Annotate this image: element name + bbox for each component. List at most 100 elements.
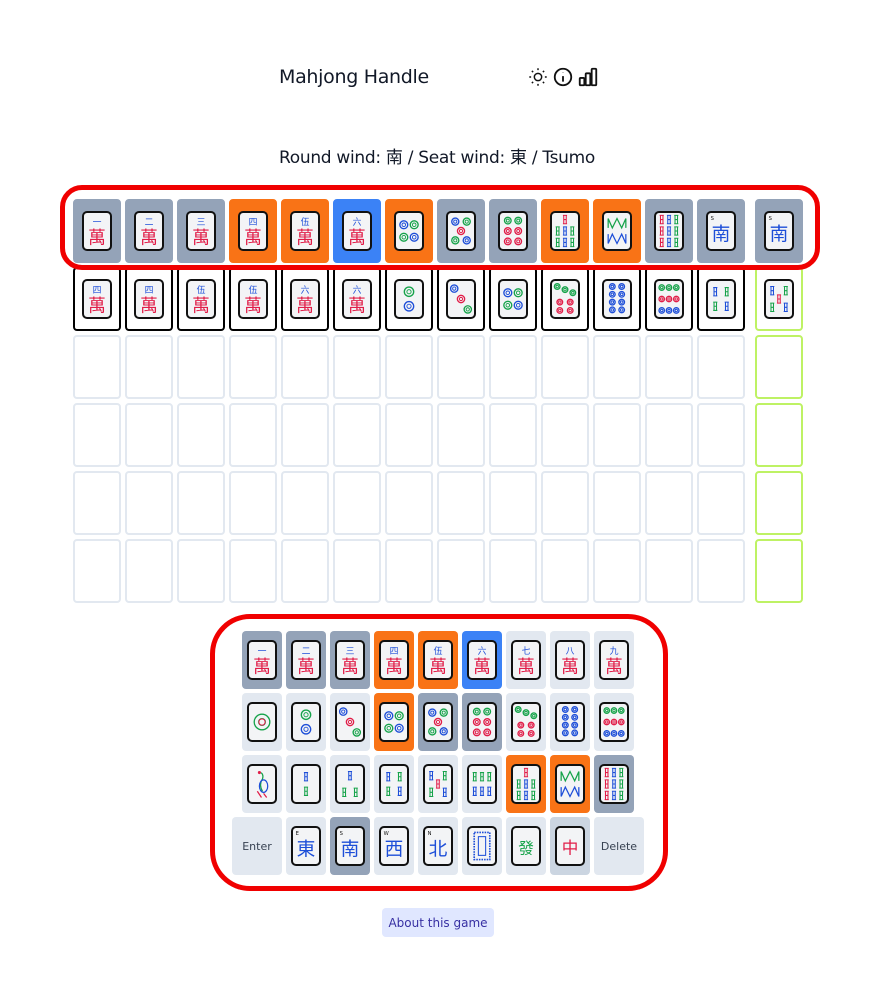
tile-6-sou-icon bbox=[467, 764, 497, 804]
tile-cell: 伍 萬 bbox=[177, 267, 225, 331]
key-west-wind[interactable]: W 西 bbox=[374, 817, 414, 875]
svg-text:發: 發 bbox=[518, 839, 534, 857]
tile-cell bbox=[281, 471, 329, 535]
tile-cell bbox=[125, 471, 173, 535]
chart-bar-icon[interactable] bbox=[577, 66, 599, 88]
key-green-dragon[interactable]: 發 bbox=[506, 817, 546, 875]
delete-key[interactable]: Delete bbox=[594, 817, 644, 875]
tile-cell bbox=[177, 403, 225, 467]
tile-cell bbox=[281, 539, 329, 603]
key-8-pin[interactable] bbox=[550, 693, 590, 751]
tile-green-dragon-icon: 發 bbox=[511, 826, 541, 866]
key-2-pin[interactable] bbox=[286, 693, 326, 751]
key-9-sou[interactable] bbox=[594, 755, 634, 813]
key-6-sou[interactable] bbox=[462, 755, 502, 813]
tile-cell bbox=[489, 539, 537, 603]
key-6-man[interactable]: 六 萬 bbox=[462, 631, 502, 689]
svg-text:伍: 伍 bbox=[434, 646, 443, 657]
about-button[interactable]: About this game bbox=[382, 908, 494, 937]
key-3-pin[interactable] bbox=[330, 693, 370, 751]
key-1-pin[interactable] bbox=[242, 693, 282, 751]
tile-cell bbox=[593, 199, 641, 263]
key-9-pin[interactable] bbox=[594, 693, 634, 751]
info-icon[interactable] bbox=[552, 66, 574, 88]
tile-cell bbox=[541, 199, 589, 263]
svg-text:萬: 萬 bbox=[561, 656, 579, 677]
key-4-pin[interactable] bbox=[374, 693, 414, 751]
tile-cell bbox=[489, 199, 537, 263]
svg-text:萬: 萬 bbox=[140, 227, 158, 248]
svg-text:萬: 萬 bbox=[517, 656, 535, 677]
key-white-dragon[interactable] bbox=[462, 817, 502, 875]
tile-9-sou-icon bbox=[599, 764, 629, 804]
svg-text:南: 南 bbox=[770, 224, 789, 245]
tile-cell bbox=[385, 267, 433, 331]
key-1-sou[interactable] bbox=[242, 755, 282, 813]
tile-cell bbox=[333, 471, 381, 535]
tile-2-man-icon: 二 萬 bbox=[291, 640, 321, 680]
key-9-man[interactable]: 九 萬 bbox=[594, 631, 634, 689]
win-tile-cell bbox=[755, 267, 803, 331]
key-2-sou[interactable] bbox=[286, 755, 326, 813]
key-5-sou[interactable] bbox=[418, 755, 458, 813]
key-1-man[interactable]: 一 萬 bbox=[242, 631, 282, 689]
key-6-pin[interactable] bbox=[462, 693, 502, 751]
tile-1-man-icon: 一 萬 bbox=[247, 640, 277, 680]
key-red-dragon[interactable]: 中 bbox=[550, 817, 590, 875]
key-east-wind[interactable]: E 東 bbox=[286, 817, 326, 875]
key-south-wind[interactable]: S 南 bbox=[330, 817, 370, 875]
svg-text:E: E bbox=[296, 831, 299, 837]
svg-text:北: 北 bbox=[429, 839, 448, 860]
tile-cell bbox=[385, 335, 433, 399]
svg-text:東: 東 bbox=[297, 839, 316, 860]
tile-cell: 六 萬 bbox=[333, 267, 381, 331]
svg-text:一: 一 bbox=[93, 218, 102, 228]
tile-cell bbox=[333, 403, 381, 467]
key-7-pin[interactable] bbox=[506, 693, 546, 751]
svg-text:萬: 萬 bbox=[88, 227, 106, 248]
tile-4-sou-icon bbox=[379, 764, 409, 804]
key-8-man[interactable]: 八 萬 bbox=[550, 631, 590, 689]
svg-text:伍: 伍 bbox=[249, 285, 258, 296]
tile-7-sou-icon bbox=[550, 211, 580, 251]
tile-4-man-icon: 四 萬 bbox=[379, 640, 409, 680]
key-3-man[interactable]: 三 萬 bbox=[330, 631, 370, 689]
key-8-sou[interactable] bbox=[550, 755, 590, 813]
tile-5-man-icon: 伍 萬 bbox=[186, 279, 216, 319]
tile-cell bbox=[385, 471, 433, 535]
tile-cell: 一 萬 bbox=[73, 199, 121, 263]
key-5-pin[interactable] bbox=[418, 693, 458, 751]
key-2-man[interactable]: 二 萬 bbox=[286, 631, 326, 689]
svg-text:S: S bbox=[711, 216, 714, 222]
key-5-man[interactable]: 伍 萬 bbox=[418, 631, 458, 689]
svg-text:二: 二 bbox=[145, 218, 154, 228]
key-4-man[interactable]: 四 萬 bbox=[374, 631, 414, 689]
sun-icon[interactable] bbox=[527, 66, 549, 88]
tile-cell bbox=[73, 403, 121, 467]
tile-8-sou-icon bbox=[555, 764, 585, 804]
tile-red-dragon-icon: 中 bbox=[555, 826, 585, 866]
key-7-sou[interactable] bbox=[506, 755, 546, 813]
enter-key[interactable]: Enter bbox=[232, 817, 282, 875]
tile-cell bbox=[593, 267, 641, 331]
tile-4-man-icon: 四 萬 bbox=[134, 279, 164, 319]
tile-cell bbox=[645, 403, 693, 467]
key-north-wind[interactable]: N 北 bbox=[418, 817, 458, 875]
tile-cell bbox=[593, 335, 641, 399]
app-title: Mahjong Handle bbox=[279, 66, 429, 88]
tile-cell bbox=[177, 335, 225, 399]
key-4-sou[interactable] bbox=[374, 755, 414, 813]
svg-text:N: N bbox=[428, 831, 432, 837]
svg-text:萬: 萬 bbox=[341, 656, 359, 677]
tile-6-man-icon: 六 萬 bbox=[467, 640, 497, 680]
svg-text:三: 三 bbox=[197, 218, 206, 228]
tile-cell bbox=[437, 403, 485, 467]
key-3-sou[interactable] bbox=[330, 755, 370, 813]
svg-text:萬: 萬 bbox=[253, 656, 271, 677]
key-7-man[interactable]: 七 萬 bbox=[506, 631, 546, 689]
tile-2-pin-icon bbox=[394, 279, 424, 319]
tile-3-pin-icon bbox=[446, 279, 476, 319]
tile-8-pin-icon bbox=[602, 279, 632, 319]
svg-text:萬: 萬 bbox=[348, 227, 366, 248]
tile-cell bbox=[125, 539, 173, 603]
